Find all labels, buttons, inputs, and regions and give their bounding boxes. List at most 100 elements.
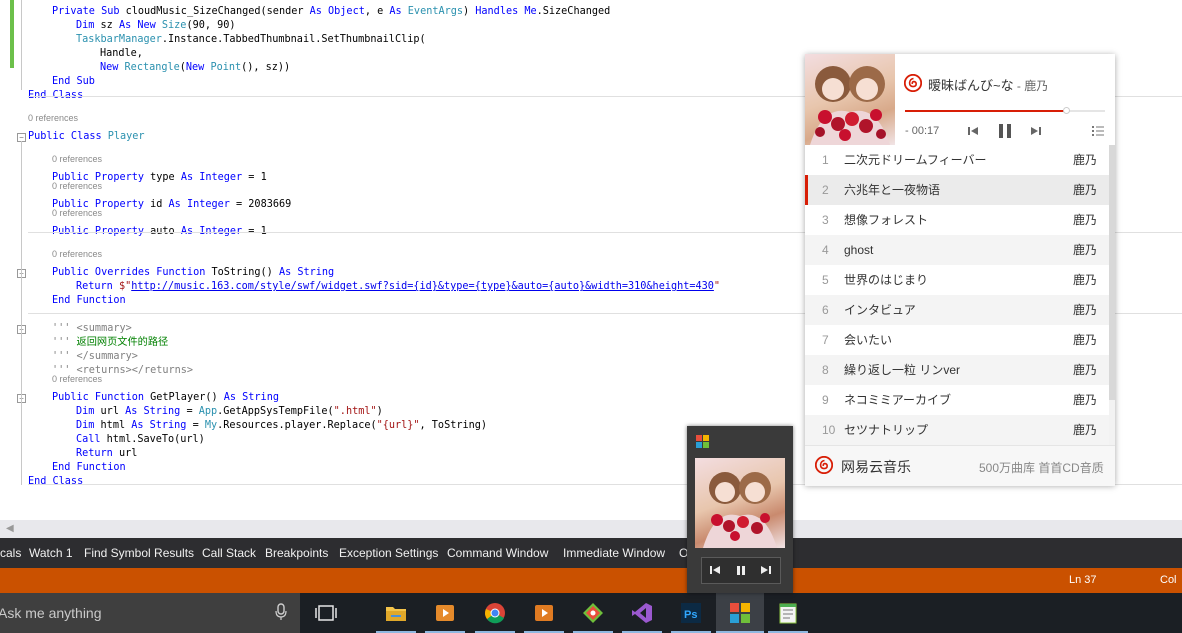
codelens-references[interactable]: 0 references <box>52 373 102 385</box>
track-artist: 鹿乃 <box>1073 333 1098 347</box>
code-line[interactable]: Public Function GetPlayer() As String <box>52 391 279 405</box>
tab-breakpoints[interactable]: Breakpoints <box>265 538 328 568</box>
track-artist: 鹿乃 <box>1073 243 1098 257</box>
chrome-icon[interactable] <box>475 597 515 629</box>
code-token: Integer <box>199 172 249 183</box>
code-line[interactable]: End Function <box>52 294 126 308</box>
code-line[interactable]: ''' </summary> <box>52 350 138 364</box>
thumb-pause-button[interactable] <box>734 563 748 582</box>
thumb-next-button[interactable] <box>759 563 773 582</box>
tab-watch-1[interactable]: Watch 1 <box>29 538 73 568</box>
code-token: String <box>297 267 335 278</box>
netease-brand-icon[interactable] <box>814 455 834 479</box>
progress-knob[interactable] <box>1063 107 1070 114</box>
codelens-references[interactable]: 0 references <box>52 180 102 192</box>
code-line[interactable]: Dim sz As New Size(90, 90) <box>76 19 236 33</box>
microphone-icon[interactable] <box>275 603 287 624</box>
code-line[interactable]: Public Class Player <box>28 130 145 144</box>
previous-track-button[interactable] <box>966 124 980 143</box>
playlist-track[interactable]: 8 繰り返し一粒 リンver 鹿乃 <box>805 355 1109 385</box>
scroll-left-icon[interactable]: ◀ <box>6 523 14 534</box>
code-line[interactable]: Return $"http://music.163.com/style/swf/… <box>76 280 720 294</box>
photoshop-icon[interactable]: Ps <box>671 597 711 629</box>
codelens-references[interactable]: 0 references <box>52 207 102 219</box>
code-token: As <box>180 172 200 183</box>
playlist-track[interactable]: 10 セツナトリップ 鹿乃 <box>805 415 1109 445</box>
code-token: As <box>125 406 144 417</box>
cortana-search-box[interactable]: Ask me anything <box>0 593 300 633</box>
code-token: Public Function <box>52 392 151 403</box>
playlist-track[interactable]: 9 ネコミミアーカイブ 鹿乃 <box>805 385 1109 415</box>
pause-button[interactable] <box>997 122 1013 145</box>
code-line[interactable]: Dim html As String = My.Resources.player… <box>76 419 487 433</box>
code-token: Dim <box>76 406 101 417</box>
code-line[interactable]: End Sub <box>52 75 95 89</box>
playlist-scrollbar[interactable] <box>1109 145 1115 445</box>
code-line[interactable]: End Class <box>28 475 83 489</box>
elapsed-time: - 00:17 <box>905 125 940 137</box>
code-line[interactable]: Call html.SaveTo(url) <box>76 433 205 447</box>
code-token: ".html" <box>333 406 377 417</box>
video-player-icon[interactable] <box>524 597 564 629</box>
code-line[interactable]: TaskbarManager.Instance.TabbedThumbnail.… <box>76 33 426 47</box>
code-line[interactable]: Return url <box>76 447 137 461</box>
code-token: " <box>713 281 721 292</box>
code-line[interactable]: End Function <box>52 461 126 475</box>
playlist-icon[interactable] <box>1091 124 1105 143</box>
now-playing-title: 暧昧ばんび~な <box>928 78 1014 93</box>
code-token: .Instance.TabbedThumbnail.SetThumbnailCl… <box>161 34 426 45</box>
playlist-scroll-thumb[interactable] <box>1109 145 1115 400</box>
playlist-track[interactable]: 6 インタビュア 鹿乃 <box>805 295 1109 325</box>
code-line[interactable]: Private Sub cloudMusic_SizeChanged(sende… <box>52 5 610 19</box>
brand-name[interactable]: 网易云音乐 <box>841 457 911 477</box>
code-line[interactable]: Dim url As String = App.GetAppSysTempFil… <box>76 405 383 419</box>
track-number: 9 <box>822 393 829 407</box>
codelens-references[interactable]: 0 references <box>52 248 102 260</box>
next-track-button[interactable] <box>1029 124 1043 143</box>
taskbar-thumbnail-preview[interactable] <box>687 426 793 593</box>
track-artist: 鹿乃 <box>1073 363 1098 377</box>
code-line[interactable]: New Rectangle(New Point(), sz)) <box>100 61 290 75</box>
code-token: url <box>100 406 126 417</box>
git-tool-icon[interactable] <box>573 597 613 629</box>
playlist-track[interactable]: 4 ghost 鹿乃 <box>805 235 1109 265</box>
code-token: ''' <summary> <box>52 323 132 334</box>
code-token: http://music.163.com/style/swf/widget.sw… <box>131 281 714 292</box>
tab-command-window[interactable]: Command Window <box>447 538 548 568</box>
tab-find-symbol-results[interactable]: Find Symbol Results <box>84 538 194 568</box>
code-line[interactable]: Public Overrides Function ToString() As … <box>52 266 334 280</box>
horizontal-scrollbar[interactable]: ◀ <box>0 520 1182 538</box>
playlist-track[interactable]: 5 世界のはじまり 鹿乃 <box>805 265 1109 295</box>
notepad-icon[interactable] <box>768 597 808 629</box>
tab-call-stack[interactable]: Call Stack <box>202 538 256 568</box>
visual-studio-icon[interactable] <box>622 597 662 629</box>
playlist-track[interactable]: 3 想像フォレスト 鹿乃 <box>805 205 1109 235</box>
task-view-icon[interactable] <box>306 597 346 629</box>
track-title: 会いたい <box>844 333 893 347</box>
code-token: Dim <box>76 20 101 31</box>
code-line[interactable]: Handle, <box>100 47 143 61</box>
fold-guide <box>21 0 22 90</box>
code-token: Player <box>107 131 145 142</box>
code-token: EventArgs <box>407 6 463 17</box>
codelens-references[interactable]: 0 references <box>28 112 78 124</box>
codelens-references[interactable]: 0 references <box>52 153 102 165</box>
file-explorer-icon[interactable] <box>376 597 416 629</box>
code-line[interactable]: ''' 返回网页文件的路径 <box>52 336 168 350</box>
code-line[interactable]: ''' <summary> <box>52 322 132 336</box>
playlist-track[interactable]: 7 会いたい 鹿乃 <box>805 325 1109 355</box>
search-placeholder: Ask me anything <box>0 605 102 621</box>
progress-bar[interactable] <box>905 107 1105 114</box>
playlist-track[interactable]: 2 六兆年と一夜物语 鹿乃 <box>805 175 1109 205</box>
thumbnail-album-cover <box>695 458 785 548</box>
code-token: .GetAppSysTempFile( <box>217 406 334 417</box>
tab-locals[interactable]: cals <box>0 538 21 568</box>
code-token: $" <box>118 281 132 292</box>
tab-immediate-window[interactable]: Immediate Window <box>563 538 665 568</box>
cloud-music-app-icon[interactable] <box>720 597 760 629</box>
thumb-previous-button[interactable] <box>708 563 722 582</box>
track-artist: 鹿乃 <box>1073 153 1098 167</box>
media-player-icon[interactable] <box>425 597 465 629</box>
tab-exception-settings[interactable]: Exception Settings <box>339 538 438 568</box>
playlist-track[interactable]: 1 二次元ドリームフィーバー 鹿乃 <box>805 145 1109 175</box>
